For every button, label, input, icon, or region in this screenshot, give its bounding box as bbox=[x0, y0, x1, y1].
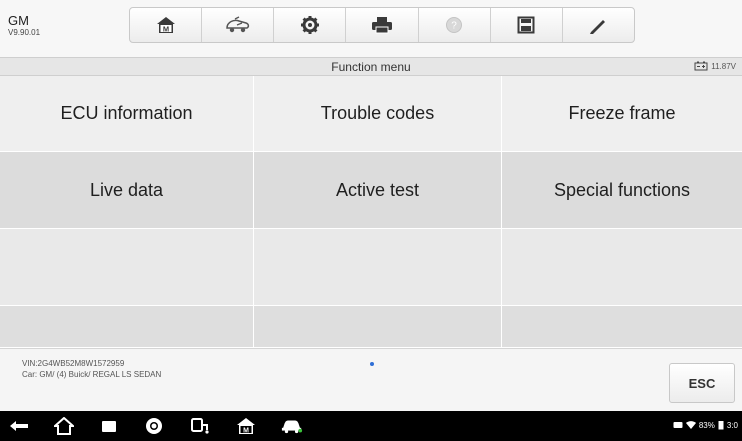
print-button[interactable] bbox=[346, 8, 419, 42]
maxisys-home-icon: M bbox=[237, 418, 255, 434]
recent-apps-button[interactable] bbox=[98, 417, 120, 435]
menu-special-functions[interactable]: Special functions bbox=[502, 152, 742, 229]
function-grid: ECU information Trouble codes Freeze fra… bbox=[0, 76, 742, 348]
esc-button[interactable]: ESC bbox=[669, 363, 735, 403]
car-icon bbox=[281, 420, 303, 434]
menu-freeze-frame[interactable]: Freeze frame bbox=[502, 76, 742, 152]
edit-icon bbox=[590, 20, 606, 34]
empty-menu-cell bbox=[254, 229, 502, 306]
browser-button[interactable] bbox=[143, 417, 165, 435]
menu-ecu-information[interactable]: ECU information bbox=[0, 76, 254, 152]
battery-percent: 83% bbox=[698, 420, 715, 430]
vin-text: VIN:2G4WB52M8W1572959 bbox=[22, 359, 125, 368]
vehicle-info-footer: VIN:2G4WB52M8W1572959 Car: GM/ (4) Buick… bbox=[0, 348, 742, 411]
vehicle-brand: GM V9.90.01 bbox=[8, 14, 40, 38]
top-toolbar: GM V9.90.01 M ? bbox=[0, 0, 742, 57]
vci-connect-button[interactable] bbox=[189, 417, 211, 435]
menu-live-data[interactable]: Live data bbox=[0, 152, 254, 229]
home-button[interactable]: M bbox=[130, 8, 203, 42]
vehicle-swap-icon bbox=[225, 16, 249, 33]
save-button[interactable] bbox=[491, 8, 563, 42]
back-arrow-icon bbox=[10, 421, 28, 431]
svg-text:?: ? bbox=[451, 21, 457, 32]
settings-button[interactable] bbox=[274, 8, 347, 42]
vehicle-swap-button[interactable] bbox=[202, 8, 275, 42]
empty-menu-cell bbox=[0, 306, 254, 348]
save-icon bbox=[517, 16, 535, 34]
software-version: V9.90.01 bbox=[8, 28, 41, 37]
empty-menu-cell bbox=[502, 229, 742, 306]
battery-icon bbox=[718, 421, 724, 430]
android-nav-bar: M 83% 3:0 bbox=[0, 411, 742, 441]
android-home-button[interactable] bbox=[53, 417, 75, 435]
empty-menu-cell bbox=[502, 306, 742, 348]
system-status: 83% 3:0 bbox=[673, 420, 738, 430]
page-title: Function menu bbox=[331, 60, 411, 74]
android-home-icon bbox=[54, 417, 74, 435]
toolbar-buttons: M ? bbox=[129, 7, 635, 43]
maxisys-home-button[interactable]: M bbox=[235, 417, 257, 435]
vci-connect-icon bbox=[191, 418, 209, 434]
menu-trouble-codes[interactable]: Trouble codes bbox=[254, 76, 502, 152]
empty-menu-cell bbox=[0, 229, 254, 306]
page-indicator-dot bbox=[370, 362, 374, 366]
battery-voltage: 11.87V bbox=[694, 61, 736, 71]
clock: 3:0 bbox=[726, 420, 738, 430]
menu-active-test[interactable]: Active test bbox=[254, 152, 502, 229]
home-icon: M bbox=[156, 17, 175, 33]
voltage-value: 11.87V bbox=[711, 61, 736, 71]
svg-text:M: M bbox=[243, 427, 249, 434]
message-icon bbox=[673, 422, 683, 428]
car-model-text: Car: GM/ (4) Buick/ REGAL LS SEDAN bbox=[22, 370, 162, 379]
recent-apps-icon bbox=[102, 421, 116, 432]
edit-button[interactable] bbox=[563, 8, 634, 42]
empty-menu-cell bbox=[254, 306, 502, 348]
browser-icon bbox=[146, 418, 162, 434]
car-battery-icon bbox=[694, 61, 708, 71]
function-menu-titlebar: Function menu 11.87V bbox=[0, 57, 742, 76]
print-icon bbox=[371, 17, 392, 34]
help-button[interactable]: ? bbox=[419, 8, 491, 42]
svg-text:M: M bbox=[162, 24, 168, 33]
settings-icon bbox=[300, 16, 319, 34]
vehicle-info: VIN:2G4WB52M8W1572959 Car: GM/ (4) Buick… bbox=[22, 358, 161, 380]
back-button[interactable] bbox=[8, 417, 30, 435]
wifi-icon bbox=[685, 421, 696, 429]
help-icon: ? bbox=[446, 17, 463, 33]
brand-name: GM bbox=[8, 13, 29, 28]
vehicle-menu-button[interactable] bbox=[281, 417, 303, 435]
